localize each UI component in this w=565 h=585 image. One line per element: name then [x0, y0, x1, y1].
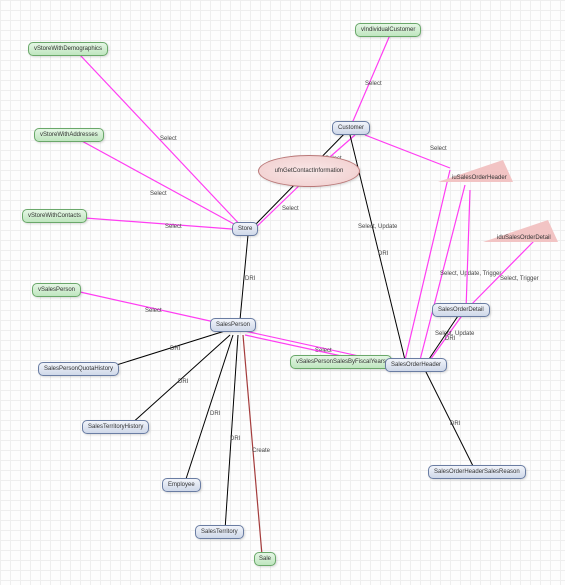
edge-label: Select, Update: [358, 224, 398, 230]
table-sales-order-header-sales-reason[interactable]: SalesOrderHeaderSalesReason: [428, 465, 526, 479]
function-label: ufnGetContactInformation: [275, 168, 344, 174]
diagram-canvas[interactable]: Select Select Select Select Select DRI S…: [0, 0, 565, 585]
edges-layer: Select Select Select Select Select DRI S…: [0, 0, 565, 585]
table-employee[interactable]: Employee: [162, 478, 201, 492]
edge-label: Select, Update, Trigger: [440, 271, 501, 277]
edge-label: Select: [282, 206, 299, 212]
table-sales-territory[interactable]: SalesTerritory: [195, 525, 244, 539]
view-vstore-with-demographics[interactable]: vStoreWithDemographics: [28, 42, 108, 56]
table-sale[interactable]: Sale: [254, 552, 276, 566]
table-customer[interactable]: Customer: [332, 121, 370, 135]
view-vsales-person[interactable]: vSalesPerson: [32, 283, 81, 297]
edge-label: Select: [430, 146, 447, 152]
edge-label: Select: [165, 224, 182, 230]
edge-label: Select: [150, 191, 167, 197]
table-sales-order-detail[interactable]: SalesOrderDetail: [432, 303, 490, 317]
trigger-label: iduSalesOrderDetail: [497, 235, 551, 241]
table-store[interactable]: Store: [232, 222, 258, 236]
edge-label: Select: [315, 348, 332, 354]
edge-label: DRI: [378, 251, 389, 257]
edge-label: Select: [145, 308, 162, 314]
view-vindividual-customer[interactable]: vIndividualCustomer: [355, 23, 421, 37]
edge-label: DRI: [445, 336, 456, 342]
edge-label: Select, Trigger: [500, 276, 539, 282]
edge-label: DRI: [170, 346, 181, 352]
table-sales-person[interactable]: SalesPerson: [210, 318, 256, 332]
edge-label: Create: [252, 448, 271, 454]
function-ufn-get-contact-information[interactable]: ufnGetContactInformation: [258, 155, 360, 187]
edge-label: DRI: [245, 276, 256, 282]
edge-label: DRI: [178, 379, 189, 385]
edge-label: Select: [365, 81, 382, 87]
table-sales-person-quota-history[interactable]: SalesPersonQuotaHistory: [38, 362, 119, 376]
trigger-label: iuSalesOrderHeader: [452, 175, 507, 181]
table-sales-territory-history[interactable]: SalesTerritoryHistory: [82, 420, 149, 434]
edge-label: Select: [160, 136, 177, 142]
view-vstore-with-contacts[interactable]: vStoreWithContacts: [22, 209, 87, 223]
edge-label: DRI: [450, 421, 461, 427]
edge-label: Select, Update: [435, 331, 475, 337]
view-vstore-with-addresses[interactable]: vStoreWithAddresses: [34, 128, 104, 142]
table-sales-order-header[interactable]: SalesOrderHeader: [385, 358, 447, 372]
view-vsales-person-sales-by-fiscal-years[interactable]: vSalesPersonSalesByFiscalYears: [290, 355, 392, 369]
edge-label: DRI: [210, 411, 221, 417]
edge-label: DRI: [230, 436, 241, 442]
